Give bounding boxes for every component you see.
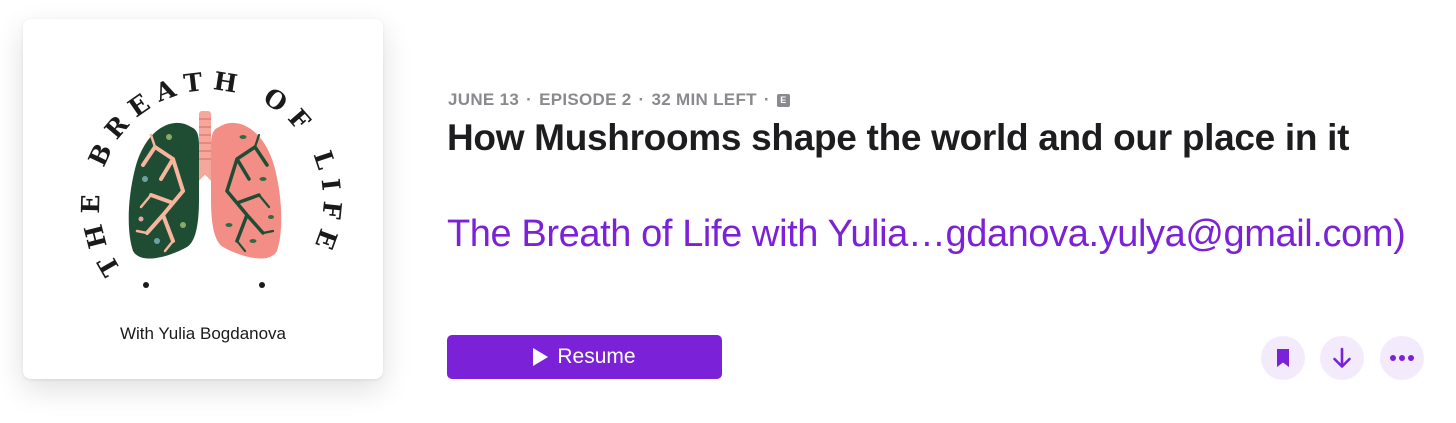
bookmark-icon	[1277, 349, 1289, 367]
download-arrow-icon	[1333, 347, 1351, 368]
resume-label: Resume	[557, 345, 636, 368]
meta-separator: ·	[638, 90, 645, 109]
artwork-dot-right	[259, 282, 265, 288]
episode-date: JUNE 13	[448, 90, 520, 109]
time-left: 32 MIN LEFT	[651, 90, 757, 109]
bookmark-button[interactable]	[1261, 336, 1305, 380]
artwork-dot-left	[143, 282, 149, 288]
episode-title: How Mushrooms shape the world and our pl…	[447, 117, 1350, 158]
meta-separator: ·	[763, 90, 770, 109]
play-icon	[533, 348, 549, 366]
artwork-illustration: THE BREATH OF LIFE With Yulia Bogdanova	[76, 66, 338, 343]
left-lung-icon	[128, 122, 199, 259]
episode-number: EPISODE 2	[539, 90, 632, 109]
explicit-badge: E	[776, 93, 790, 107]
episode-meta: JUNE 13 · EPISODE 2 · 32 MIN LEFT · E	[448, 90, 790, 110]
download-button[interactable]	[1320, 336, 1364, 380]
more-ellipsis-icon	[1390, 355, 1414, 361]
artwork-subtitle: With Yulia Bogdanova	[120, 324, 287, 343]
show-name-link[interactable]: The Breath of Life with Yulia…gdanova.yu…	[447, 210, 1406, 258]
meta-separator: ·	[526, 90, 533, 109]
resume-button[interactable]: Resume	[447, 335, 722, 379]
right-lung-icon	[211, 122, 282, 259]
episode-page: THE BREATH OF LIFE With Yulia Bogdanova …	[0, 0, 1456, 423]
more-options-button[interactable]	[1380, 336, 1424, 380]
podcast-artwork[interactable]: THE BREATH OF LIFE With Yulia Bogdanova	[23, 19, 383, 379]
